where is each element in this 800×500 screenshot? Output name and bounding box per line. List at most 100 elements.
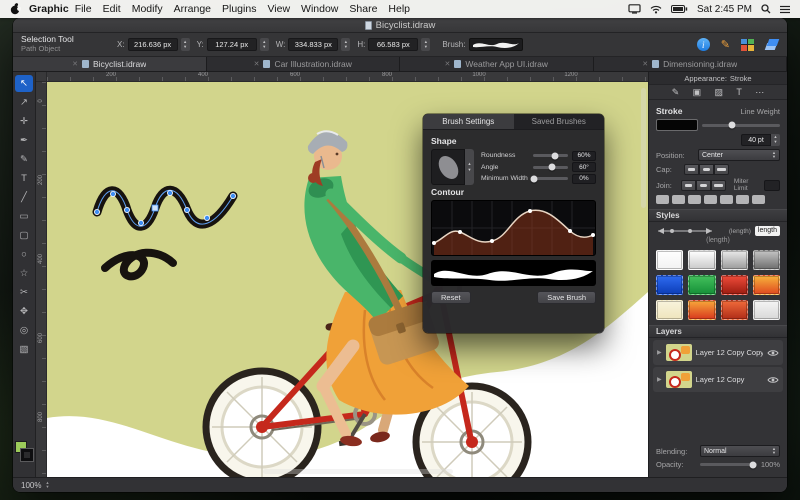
disclosure-icon[interactable]: ▶ xyxy=(657,349,662,356)
tool-button[interactable]: ✎ xyxy=(15,151,33,168)
slider-value-field[interactable]: 60° xyxy=(572,162,596,172)
grid-panel-icon[interactable] xyxy=(741,38,754,51)
tool-button[interactable]: ✂ xyxy=(15,284,33,301)
style-swatch[interactable] xyxy=(688,250,716,270)
menu-item[interactable]: View xyxy=(267,3,290,15)
menu-item[interactable]: Edit xyxy=(103,3,121,15)
style-swatch[interactable] xyxy=(752,250,780,270)
tool-button[interactable]: ▭ xyxy=(15,208,33,225)
info-icon[interactable]: i xyxy=(696,38,710,51)
slider-value-field[interactable]: 0% xyxy=(572,173,596,184)
brush-slider[interactable] xyxy=(530,175,568,182)
field-value-input[interactable]: 216.636 px xyxy=(127,38,178,51)
opacity-slider[interactable] xyxy=(700,461,757,468)
menu-clock[interactable]: Sat 2:45 PM xyxy=(697,4,752,15)
menu-item[interactable]: Help xyxy=(388,3,410,15)
brush-panel-tab[interactable]: Brush Settings xyxy=(423,114,514,129)
join-segmented-control[interactable] xyxy=(680,179,726,191)
appearance-tool-icon[interactable]: T xyxy=(736,87,742,97)
brush-preview-dropdown[interactable] xyxy=(469,38,524,51)
zoom-level[interactable]: 100% xyxy=(21,481,41,490)
stroke-color-well[interactable] xyxy=(20,448,34,462)
tab-close-icon[interactable]: ✕ xyxy=(72,60,78,68)
style-swatch[interactable] xyxy=(688,275,716,295)
slider-value-field[interactable]: 60% xyxy=(572,150,596,161)
color-wells[interactable] xyxy=(15,441,34,462)
styles-section-header[interactable]: Styles xyxy=(649,209,787,222)
reset-button[interactable]: Reset xyxy=(431,291,471,304)
tool-button[interactable]: ╱ xyxy=(15,189,33,206)
field-value-input[interactable]: 334.833 px xyxy=(288,38,339,51)
tool-button[interactable]: ↖ xyxy=(15,75,33,92)
tool-button[interactable]: ◎ xyxy=(15,322,33,339)
brush-slider[interactable] xyxy=(533,152,568,159)
layer-row[interactable]: ▶ Layer 12 Copy xyxy=(653,367,783,392)
menu-item[interactable]: File xyxy=(75,3,92,15)
vertical-scrollbar[interactable] xyxy=(641,88,646,208)
appearance-tool-icon[interactable]: ⋯ xyxy=(755,87,764,98)
tool-button[interactable]: ↗ xyxy=(15,94,33,111)
miter-limit-field[interactable] xyxy=(764,179,781,191)
style-swatch[interactable] xyxy=(752,300,780,320)
tab-close-icon[interactable]: ✕ xyxy=(254,60,260,68)
arrow-style-preview[interactable] xyxy=(656,227,714,235)
length-chip[interactable]: length xyxy=(754,226,780,236)
brush-slider[interactable] xyxy=(533,163,568,171)
field-stepper[interactable]: ▲ ▼ xyxy=(180,38,190,51)
stroke-color-swatch[interactable] xyxy=(656,119,698,131)
tool-button[interactable]: ▢ xyxy=(15,227,33,244)
document-tab[interactable]: ✕ Car Illustration.idraw xyxy=(206,57,400,71)
save-brush-button[interactable]: Save Brush xyxy=(537,291,596,304)
field-stepper[interactable]: ▲ ▼ xyxy=(259,38,269,51)
horizontal-scrollbar[interactable] xyxy=(263,469,453,474)
tool-button[interactable]: ✥ xyxy=(15,303,33,320)
apple-menu-icon[interactable] xyxy=(10,3,21,15)
document-tab[interactable]: ✕ Bicyclist.idraw xyxy=(13,57,207,71)
position-select[interactable]: Center ▲ ▼ xyxy=(698,149,780,161)
appearance-tool-icon[interactable]: ▨ xyxy=(715,87,724,98)
stroke-presets[interactable] xyxy=(656,195,780,204)
style-swatch[interactable] xyxy=(752,275,780,295)
spotlight-search-icon[interactable] xyxy=(761,4,771,14)
battery-icon[interactable] xyxy=(670,5,688,13)
menu-item[interactable]: Share xyxy=(349,3,377,15)
app-menu-title[interactable]: Graphic xyxy=(29,3,69,15)
cap-segmented-control[interactable] xyxy=(684,164,729,175)
window-title-bar[interactable]: Bicyclist.idraw xyxy=(13,18,787,33)
tool-button[interactable]: ▧ xyxy=(15,341,33,358)
style-swatch[interactable] xyxy=(656,275,684,295)
field-value-input[interactable]: 127.24 px xyxy=(206,38,257,51)
display-icon[interactable] xyxy=(628,4,641,14)
brush-shape-preview[interactable]: ▲ ▼ xyxy=(431,149,474,185)
tab-close-icon[interactable]: ✕ xyxy=(445,60,451,68)
menu-item[interactable]: Plugins xyxy=(222,3,256,15)
visibility-eye-icon[interactable] xyxy=(767,349,779,357)
line-weight-stepper[interactable]: 40 pt ▲ ▼ xyxy=(741,134,780,146)
tool-button[interactable]: T xyxy=(15,170,33,187)
layer-row[interactable]: ▶ Layer 12 Copy Copy xyxy=(653,340,783,365)
document-tab[interactable]: ✕ Dimensioning.idraw xyxy=(593,57,787,71)
line-weight-slider[interactable] xyxy=(702,121,780,129)
appearance-tool-icon[interactable]: ▣ xyxy=(693,87,702,98)
document-tab[interactable]: ✕ Weather App UI.idraw xyxy=(400,57,594,71)
wifi-icon[interactable] xyxy=(650,5,662,14)
style-swatch[interactable] xyxy=(656,250,684,270)
tool-button[interactable]: ✛ xyxy=(15,113,33,130)
field-stepper[interactable]: ▲ ▼ xyxy=(421,38,431,51)
shape-stepper[interactable]: ▲ ▼ xyxy=(465,149,474,185)
layers-panel-icon[interactable] xyxy=(765,38,779,51)
blending-select[interactable]: Normal ▲ ▼ xyxy=(700,445,780,457)
style-swatch[interactable] xyxy=(720,250,748,270)
tab-close-icon[interactable]: ✕ xyxy=(642,60,648,68)
style-swatch[interactable] xyxy=(688,300,716,320)
layers-section-header[interactable]: Layers xyxy=(649,325,787,338)
notification-center-icon[interactable] xyxy=(780,5,790,14)
menu-item[interactable]: Arrange xyxy=(174,3,211,15)
menu-item[interactable]: Window xyxy=(301,3,338,15)
menu-item[interactable]: Modify xyxy=(132,3,163,15)
style-swatch[interactable] xyxy=(720,300,748,320)
style-swatch[interactable] xyxy=(656,300,684,320)
brush-panel-tab[interactable]: Saved Brushes xyxy=(514,114,605,129)
tool-button[interactable]: ○ xyxy=(15,246,33,263)
zoom-stepper[interactable]: ▲ ▼ xyxy=(45,480,49,490)
